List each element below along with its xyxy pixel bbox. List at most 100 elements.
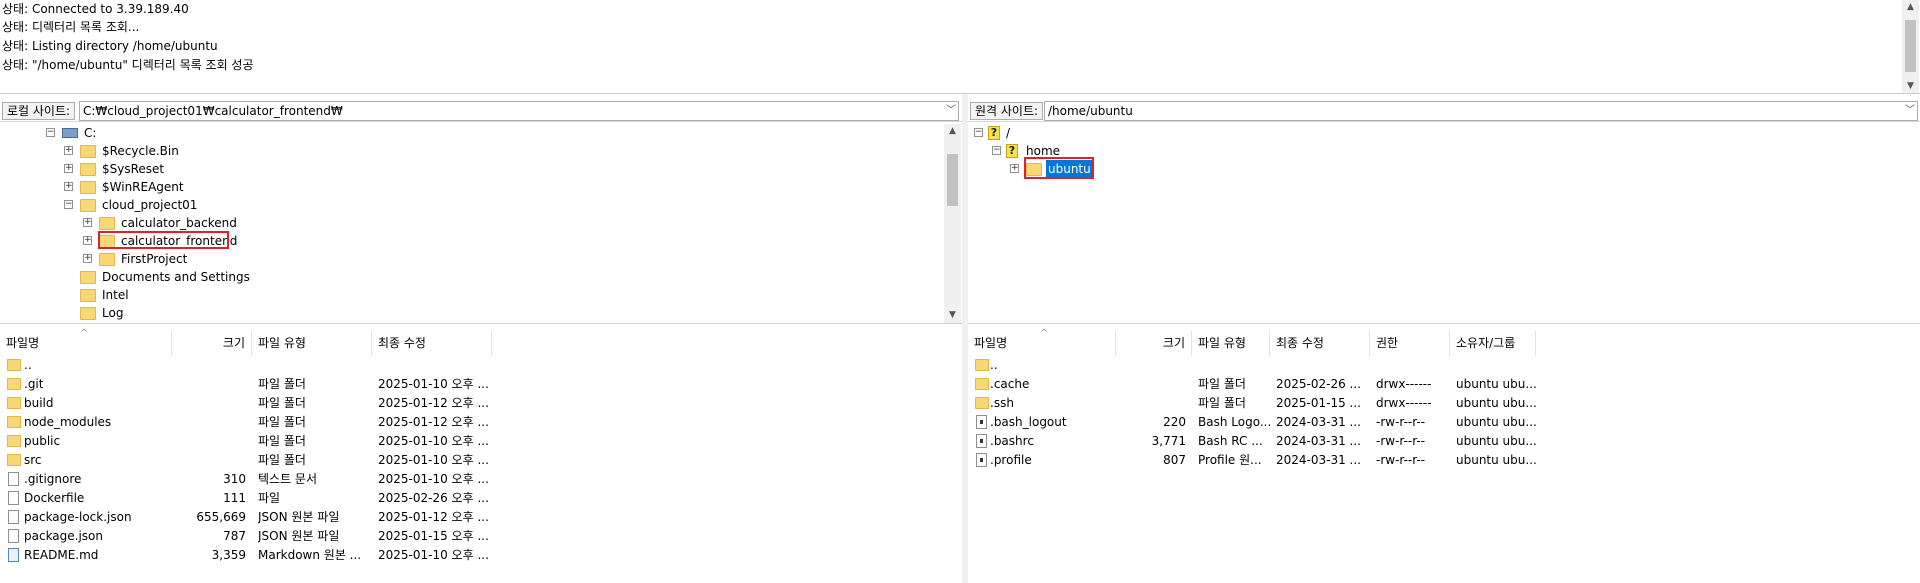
scroll-down-icon[interactable]: ▼ <box>944 308 961 322</box>
expand-icon[interactable]: + <box>83 218 92 227</box>
column-header-modified[interactable]: 최종 수정 <box>372 330 492 356</box>
folder-icon <box>80 307 96 320</box>
scroll-up-icon[interactable]: ▲ <box>944 124 961 138</box>
tree-node-label: $Recycle.Bin <box>102 144 179 158</box>
local-file-list[interactable]: 파일명 ^ 크기 파일 유형 최종 수정 .. .git 파일 폴더 2025-0… <box>0 328 962 583</box>
text-file-icon <box>8 472 19 486</box>
unknown-folder-icon: ? <box>1006 144 1018 158</box>
markdown-file-icon <box>8 548 19 562</box>
file-row[interactable]: .git 파일 폴더 2025-01-10 오후 ... <box>0 375 962 394</box>
file-row[interactable]: package.json 787 JSON 원본 파일 2025-01-15 오… <box>0 527 962 546</box>
remote-site-label: 원격 사이트: <box>970 102 1044 120</box>
local-path-value: C:₩cloud_project01₩calculator_frontend₩ <box>83 104 343 118</box>
file-row[interactable]: .bash_logout 220 Bash Logo... 2024-03-31… <box>968 413 1920 432</box>
file-row[interactable]: .cache 파일 폴더 2025-02-26 ... drwx------ u… <box>968 375 1920 394</box>
scroll-thumb[interactable] <box>947 154 958 206</box>
tree-node-label: C: <box>84 126 97 140</box>
file-row[interactable]: Dockerfile 111 파일 2025-02-26 오후 ... <box>0 489 962 508</box>
collapse-icon[interactable]: − <box>974 128 983 137</box>
file-row[interactable]: README.md 3,359 Markdown 원본 ... 2025-01-… <box>0 546 962 565</box>
folder-up-icon <box>975 359 989 371</box>
scroll-down-icon[interactable]: ▼ <box>1902 79 1919 93</box>
scroll-thumb[interactable] <box>1905 20 1916 72</box>
log-line: 상태: 디렉터리 목록 조회... <box>2 20 140 34</box>
local-site-label: 로컬 사이트: <box>2 102 76 120</box>
log-line: 상태: Connected to 3.39.189.40 <box>2 2 189 16</box>
highlight-box <box>1024 157 1094 179</box>
file-row[interactable]: .gitignore 310 텍스트 문서 2025-01-10 오후 ... <box>0 470 962 489</box>
chevron-down-icon[interactable]: ﹀ <box>946 102 956 120</box>
folder-open-icon <box>80 199 96 212</box>
message-log[interactable]: 상태: Connected to 3.39.189.40 상태: 디렉터리 목록… <box>0 0 1920 94</box>
file-row[interactable]: .. <box>968 356 1920 375</box>
highlight-box <box>98 231 229 249</box>
expand-icon[interactable]: + <box>64 146 73 155</box>
tree-node-label: cloud_project01 <box>102 198 198 212</box>
folder-icon <box>7 435 21 447</box>
folder-icon <box>80 271 96 284</box>
tree-node-label: calculator_backend <box>121 216 237 230</box>
file-row[interactable]: src 파일 폴더 2025-01-10 오후 ... <box>0 451 962 470</box>
file-row[interactable]: .. <box>0 356 962 375</box>
expand-icon[interactable]: + <box>83 236 92 245</box>
folder-icon <box>7 416 21 428</box>
folder-icon <box>7 454 21 466</box>
collapse-icon[interactable]: − <box>64 200 73 209</box>
unknown-folder-icon: ? <box>988 126 1000 140</box>
folder-icon <box>7 378 21 390</box>
remote-directory-tree[interactable]: − ? / − ? home + ubuntu <box>968 124 1920 324</box>
collapse-icon[interactable]: − <box>992 146 1001 155</box>
file-row[interactable]: package-lock.json 655,669 JSON 원본 파일 202… <box>0 508 962 527</box>
folder-icon <box>99 253 115 266</box>
file-row[interactable]: node_modules 파일 폴더 2025-01-12 오후 ... <box>0 413 962 432</box>
column-header-name[interactable]: 파일명 ^ <box>968 328 1116 356</box>
folder-up-icon <box>7 359 21 371</box>
chevron-down-icon[interactable]: ﹀ <box>1905 102 1915 120</box>
log-line: 상태: "/home/ubuntu" 디렉터리 목록 조회 성공 <box>2 58 254 72</box>
column-header-type[interactable]: 파일 유형 <box>1192 330 1270 356</box>
tree-node-label: Documents and Settings <box>102 270 250 284</box>
remote-path-combo[interactable]: /home/ubuntu ﹀ <box>1044 101 1918 121</box>
file-row[interactable]: build 파일 폴더 2025-01-12 오후 ... <box>0 394 962 413</box>
column-header-permissions[interactable]: 권한 <box>1370 330 1450 356</box>
column-header-size[interactable]: 크기 <box>172 330 252 356</box>
collapse-icon[interactable]: − <box>46 128 55 137</box>
expand-icon[interactable]: + <box>64 164 73 173</box>
expand-icon[interactable]: + <box>83 254 92 263</box>
local-tree-scrollbar[interactable]: ▲ ▼ <box>944 124 961 323</box>
file-row[interactable]: .profile 807 Profile 원... 2024-03-31 ...… <box>968 451 1920 470</box>
file-icon <box>976 453 987 467</box>
column-header-type[interactable]: 파일 유형 <box>252 330 372 356</box>
local-directory-tree[interactable]: − C: + $Recycle.Bin + $SysReset + $WinRE… <box>0 124 962 324</box>
folder-icon <box>80 289 96 302</box>
folder-icon <box>99 217 115 230</box>
remote-file-list[interactable]: 파일명 ^ 크기 파일 유형 최종 수정 권한 소유자/그룹 .. .cache … <box>968 328 1920 583</box>
expand-icon[interactable]: + <box>1010 164 1019 173</box>
file-row[interactable]: public 파일 폴더 2025-01-10 오후 ... <box>0 432 962 451</box>
column-header-size[interactable]: 크기 <box>1116 330 1192 356</box>
column-header-name[interactable]: 파일명 ^ <box>0 328 172 356</box>
log-line: 상태: Listing directory /home/ubuntu <box>2 39 218 53</box>
expand-icon[interactable]: + <box>64 182 73 191</box>
file-icon <box>976 434 987 448</box>
tree-node-label: Intel <box>102 288 129 302</box>
drive-icon <box>62 128 78 138</box>
remote-path-value: /home/ubuntu <box>1048 104 1133 118</box>
tree-node-label: / <box>1006 126 1011 140</box>
sort-ascending-icon: ^ <box>1040 328 1049 339</box>
scroll-up-icon[interactable]: ▲ <box>1902 0 1919 14</box>
column-header-owner[interactable]: 소유자/그룹 <box>1450 330 1536 356</box>
column-header-modified[interactable]: 최종 수정 <box>1270 330 1370 356</box>
tree-node-label: Log <box>102 306 124 320</box>
file-row[interactable]: .ssh 파일 폴더 2025-01-15 ... drwx------ ubu… <box>968 394 1920 413</box>
log-scrollbar[interactable]: ▲ ▼ <box>1902 0 1919 93</box>
json-file-icon <box>8 529 19 543</box>
tree-node-label: $SysReset <box>102 162 165 176</box>
folder-icon <box>7 397 21 409</box>
file-row[interactable]: .bashrc 3,771 Bash RC ... 2024-03-31 ...… <box>968 432 1920 451</box>
folder-icon <box>80 163 96 176</box>
local-path-combo[interactable]: C:₩cloud_project01₩calculator_frontend₩ … <box>79 101 959 121</box>
file-icon <box>976 415 987 429</box>
folder-icon <box>80 181 96 194</box>
local-address-bar: 로컬 사이트: C:₩cloud_project01₩calculator_fr… <box>0 100 962 122</box>
